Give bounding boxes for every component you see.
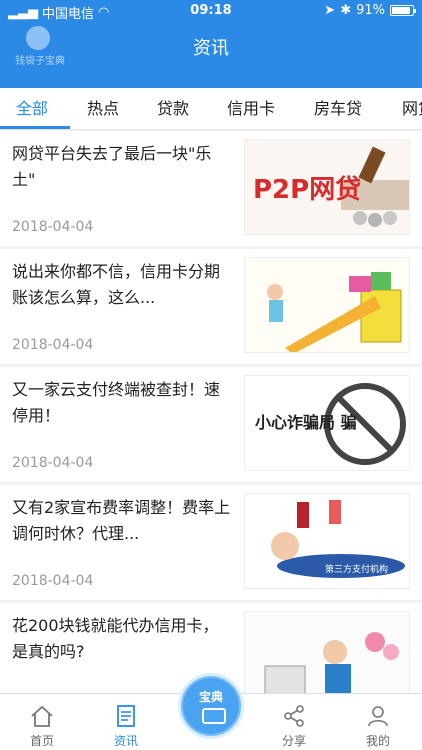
article-title: 又有2家宣布费率调整！费率上调何时休？代理... <box>12 498 231 543</box>
battery-percent: 91% <box>356 3 385 18</box>
bluetooth-icon: ✱ <box>340 3 352 18</box>
center-button-label: 宝典 <box>198 690 223 704</box>
article-thumbnail: P2P网贷 <box>244 139 410 235</box>
article-title: 网贷平台失去了最后一块"乐土" <box>12 144 212 189</box>
thumbnail-text: P2P网贷 <box>253 174 361 205</box>
nav-home[interactable]: 首页 <box>0 694 84 750</box>
thumbnail-text: 第三方支付机构 <box>325 563 388 575</box>
profile-icon <box>368 706 388 727</box>
header-bar: ▂▃▅ 中国电信 ◠ 09:18 ➤ ✱ 91% 钱袋子宝典 资讯 <box>0 0 422 88</box>
article-date: 2018-04-04 <box>12 573 94 589</box>
nav-news[interactable]: 资讯 <box>84 694 168 750</box>
tab-credit-card[interactable]: 信用卡 <box>227 88 275 129</box>
article-title: 又一家云支付终端被查封！速停用！ <box>12 380 221 425</box>
nav-share[interactable]: 分享 <box>252 694 336 750</box>
tab-all[interactable]: 全部 <box>16 88 48 129</box>
tab-house-car-loan[interactable]: 房车贷 <box>314 88 362 129</box>
article-date: 2018-04-04 <box>12 219 94 235</box>
tab-hot[interactable]: 热点 <box>87 88 119 129</box>
nav-label: 首页 <box>29 734 54 748</box>
news-icon <box>117 705 135 727</box>
nav-label: 分享 <box>281 734 306 748</box>
article-title: 说出来你都不信，信用卡分期账该怎么算，这么... <box>12 262 221 307</box>
article-title: 花200块钱就能代办信用卡，是真的吗? <box>12 616 219 661</box>
list-item[interactable]: 又有2家宣布费率调整！费率上调何时休？代理... 2018-04-04 第三方支… <box>0 485 422 600</box>
tab-online-loan[interactable]: 网贷 <box>402 88 422 129</box>
tab-loan[interactable]: 贷款 <box>157 88 189 129</box>
nav-label: 我的 <box>365 734 390 748</box>
category-tabs: 全部 热点 贷款 信用卡 房车贷 网贷 <box>0 88 422 130</box>
app-root: ▂▃▅ 中国电信 ◠ 09:18 ➤ ✱ 91% 钱袋子宝典 资讯 全部 热点 … <box>0 0 422 750</box>
battery-icon <box>390 5 416 16</box>
page-title: 资讯 <box>193 38 229 59</box>
center-dictionary-button[interactable]: 宝典 <box>178 673 244 739</box>
article-thumbnail <box>244 257 410 353</box>
list-item[interactable]: 说出来你都不信，信用卡分期账该怎么算，这么... 2018-04-04 <box>0 249 422 364</box>
article-list: 网贷平台失去了最后一块"乐土" 2018-04-04 P2P网贷 说出来你都不信… <box>0 131 422 693</box>
article-date: 2018-04-04 <box>12 455 94 471</box>
tab-active-indicator <box>0 126 70 129</box>
status-bar: ▂▃▅ 中国电信 ◠ 09:18 ➤ ✱ 91% <box>0 0 422 22</box>
status-right: ➤ ✱ 91% <box>324 3 416 18</box>
thumbnail-text: 小心诈骗局 骗 <box>255 413 357 432</box>
nav-label: 资讯 <box>113 734 138 748</box>
article-thumbnail <box>244 611 410 693</box>
home-icon <box>31 705 53 727</box>
article-thumbnail: 小心诈骗局 骗 <box>244 375 410 471</box>
article-date: 2018-04-04 <box>12 337 94 353</box>
list-item[interactable]: 又一家云支付终端被查封！速停用！ 2018-04-04 小心诈骗局 骗 <box>0 367 422 482</box>
article-thumbnail: 第三方支付机构 <box>244 493 410 589</box>
list-item[interactable]: 网贷平台失去了最后一块"乐土" 2018-04-04 P2P网贷 <box>0 131 422 246</box>
location-icon: ➤ <box>324 3 336 18</box>
share-icon <box>284 705 304 727</box>
center-icon <box>202 708 226 724</box>
nav-profile[interactable]: 我的 <box>336 694 420 750</box>
